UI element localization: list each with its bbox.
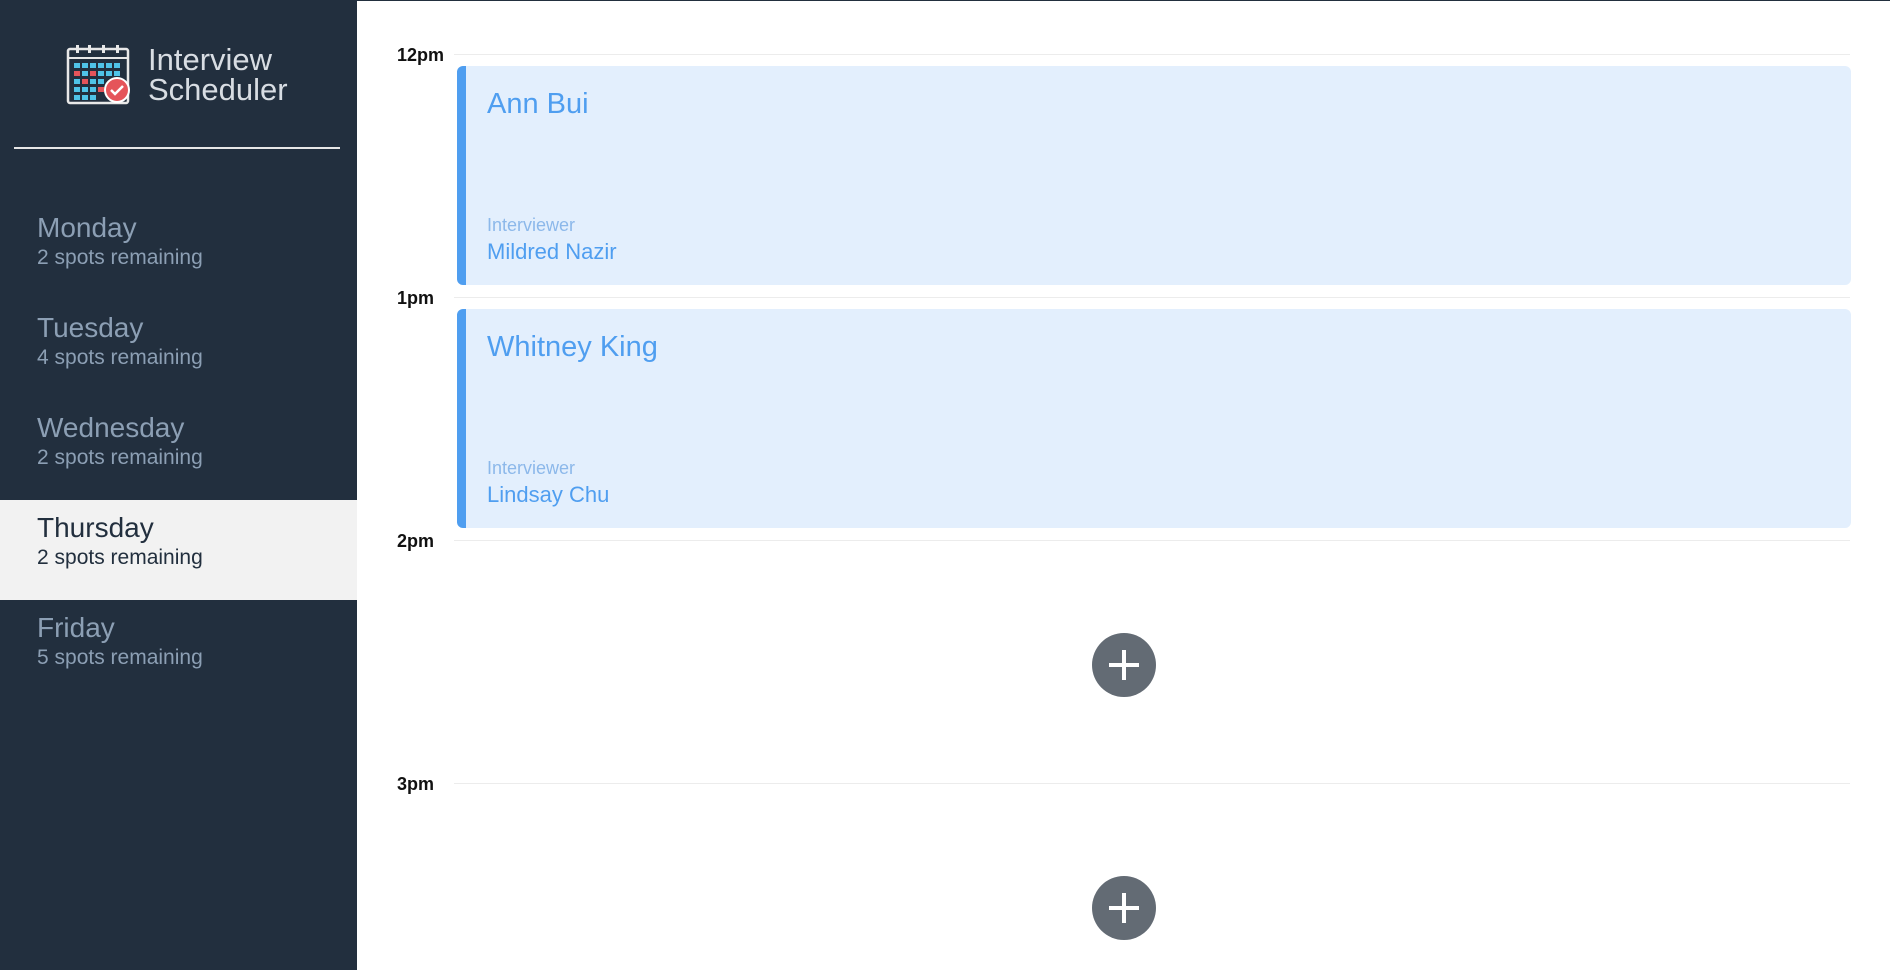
plus-icon: [1109, 650, 1139, 680]
app-title: Interview Scheduler: [148, 42, 288, 107]
day-item-wednesday[interactable]: Wednesday 2 spots remaining: [0, 400, 357, 500]
appointment-card[interactable]: Ann Bui Interviewer Mildred Nazir: [457, 66, 1851, 285]
app: Interview Scheduler Monday 2 spots remai…: [0, 0, 1890, 970]
sidebar: Interview Scheduler Monday 2 spots remai…: [0, 0, 357, 970]
day-item-thursday[interactable]: Thursday 2 spots remaining: [0, 500, 357, 600]
schedule: 12pm Ann Bui Interviewer Mildred Nazir 1…: [357, 0, 1890, 970]
slot-separator: [454, 54, 1850, 55]
interviewer-name: Lindsay Chu: [487, 482, 610, 507]
day-spots: 2 spots remaining: [37, 446, 203, 469]
time-slot: 2pm: [357, 531, 1890, 774]
time-slot: 12pm Ann Bui Interviewer Mildred Nazir: [357, 45, 1890, 288]
student-name: Ann Bui: [487, 88, 589, 120]
add-appointment-button[interactable]: [1092, 633, 1156, 697]
add-appointment-button[interactable]: [1092, 876, 1156, 940]
slot-separator: [454, 783, 1850, 784]
interviewer-label: Interviewer: [487, 215, 576, 235]
brand: Interview Scheduler: [66, 44, 288, 106]
day-spots: 2 spots remaining: [37, 246, 203, 269]
plus-icon: [1109, 893, 1139, 923]
slot-separator: [454, 297, 1850, 298]
day-item-monday[interactable]: Monday 2 spots remaining: [0, 200, 357, 300]
slot-separator: [454, 540, 1850, 541]
app-title-line2: Scheduler: [148, 72, 288, 107]
day-item-friday[interactable]: Friday 5 spots remaining: [0, 600, 357, 700]
day-spots: 2 spots remaining: [37, 546, 203, 569]
day-name: Thursday: [37, 512, 154, 543]
sidebar-divider: [14, 147, 340, 149]
day-name: Tuesday: [37, 312, 144, 343]
slot-time: 1pm: [397, 288, 435, 308]
interviewer-label: Interviewer: [487, 458, 576, 478]
slot-time: 2pm: [397, 531, 435, 551]
app-title-line1: Interview: [148, 42, 273, 77]
day-spots: 4 spots remaining: [37, 346, 203, 369]
appointment-card[interactable]: Whitney King Interviewer Lindsay Chu: [457, 309, 1851, 528]
student-name: Whitney King: [487, 331, 658, 363]
day-item-tuesday[interactable]: Tuesday 4 spots remaining: [0, 300, 357, 400]
time-slot: 1pm Whitney King Interviewer Lindsay Chu: [357, 288, 1890, 531]
day-name: Wednesday: [37, 412, 185, 443]
slot-time: 12pm: [397, 45, 445, 65]
day-spots: 5 spots remaining: [37, 646, 203, 669]
time-slot: 3pm: [357, 774, 1890, 970]
interviewer-name: Mildred Nazir: [487, 239, 617, 264]
day-list: Monday 2 spots remaining Tuesday 4 spots…: [0, 200, 357, 700]
calendar-logo-icon: [66, 45, 130, 105]
day-name: Friday: [37, 612, 115, 643]
slot-time: 3pm: [397, 774, 435, 794]
day-name: Monday: [37, 212, 137, 243]
